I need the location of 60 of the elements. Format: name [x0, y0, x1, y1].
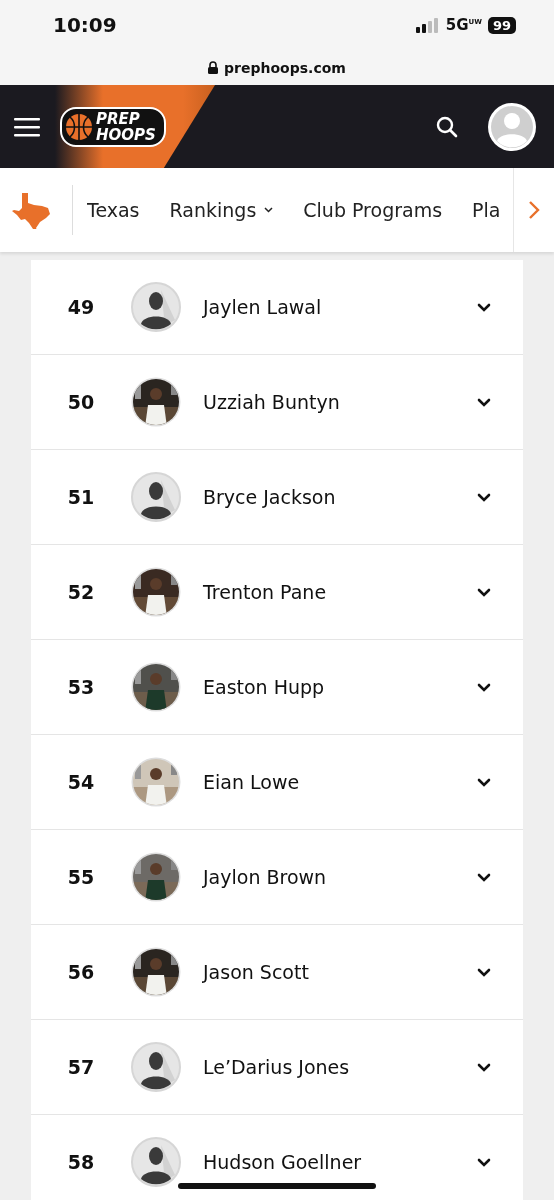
chevron-down-icon[interactable]: [477, 682, 491, 692]
rank-number: 55: [66, 866, 96, 888]
texas-map-icon[interactable]: [12, 191, 52, 229]
player-name[interactable]: Le’Darius Jones: [203, 1056, 477, 1078]
chevron-down-icon[interactable]: [477, 967, 491, 977]
nav-link[interactable]: Pla: [472, 199, 501, 221]
player-name[interactable]: Eian Lowe: [203, 771, 477, 793]
player-name[interactable]: Bryce Jackson: [203, 486, 477, 508]
chevron-down-icon[interactable]: [477, 872, 491, 882]
player-row[interactable]: 51 Bryce Jackson: [31, 450, 523, 545]
lock-icon: [208, 61, 219, 74]
avatar-silhouette-icon: [131, 282, 181, 332]
player-name[interactable]: Uzziah Buntyn: [203, 391, 477, 413]
rank-number: 56: [66, 961, 96, 983]
chevron-down-icon[interactable]: [477, 1157, 491, 1167]
network-label: 5G$^{UW}$: [445, 16, 482, 34]
battery-level: 99: [487, 16, 516, 34]
chevron-down-icon[interactable]: [477, 492, 491, 502]
player-row[interactable]: 52 Trenton Pane: [31, 545, 523, 640]
status-time: 10:09: [53, 13, 117, 37]
avatar-silhouette-icon: [131, 472, 181, 522]
avatar-silhouette-icon: [131, 1042, 181, 1092]
player-row[interactable]: 56 Jason Scott: [31, 925, 523, 1020]
player-row[interactable]: 50 Uzziah Buntyn: [31, 355, 523, 450]
nav-link[interactable]: Rankings: [169, 199, 274, 221]
menu-icon[interactable]: [14, 116, 40, 137]
rank-number: 52: [66, 581, 96, 603]
signal-icon: [415, 17, 440, 33]
player-name[interactable]: Hudson Goellner: [203, 1151, 477, 1173]
basketball-icon: [64, 111, 94, 142]
chevron-down-icon[interactable]: [477, 777, 491, 787]
player-row[interactable]: 53 Easton Hupp: [31, 640, 523, 735]
rank-number: 58: [66, 1151, 96, 1173]
player-row[interactable]: 54 Eian Lowe: [31, 735, 523, 830]
rank-number: 51: [66, 486, 96, 508]
rank-number: 57: [66, 1056, 96, 1078]
chevron-down-icon[interactable]: [477, 1062, 491, 1072]
player-name[interactable]: Trenton Pane: [203, 581, 477, 603]
player-row[interactable]: 57 Le’Darius Jones: [31, 1020, 523, 1115]
player-name[interactable]: Easton Hupp: [203, 676, 477, 698]
chevron-down-icon[interactable]: [477, 587, 491, 597]
player-row[interactable]: 49 Jaylen Lawal: [31, 260, 523, 355]
chevron-down-icon[interactable]: [477, 397, 491, 407]
chevron-down-icon[interactable]: [477, 302, 491, 312]
url-text[interactable]: prephoops.com: [224, 59, 346, 76]
player-name[interactable]: Jaylon Brown: [203, 866, 477, 888]
nav-link[interactable]: Club Programs: [303, 199, 443, 221]
search-icon[interactable]: [436, 115, 458, 138]
rank-number: 53: [66, 676, 96, 698]
rank-number: 50: [66, 391, 96, 413]
nav-link[interactable]: Texas: [87, 199, 140, 221]
account-avatar-icon[interactable]: [488, 102, 536, 151]
chevron-right-icon: [528, 200, 540, 220]
rank-number: 49: [66, 296, 96, 318]
avatar-silhouette-icon: [131, 1137, 181, 1187]
player-row[interactable]: 55 Jaylon Brown: [31, 830, 523, 925]
site-logo[interactable]: PREP HOOPS: [60, 106, 166, 147]
rank-number: 54: [66, 771, 96, 793]
player-name[interactable]: Jason Scott: [203, 961, 477, 983]
player-name[interactable]: Jaylen Lawal: [203, 296, 477, 318]
